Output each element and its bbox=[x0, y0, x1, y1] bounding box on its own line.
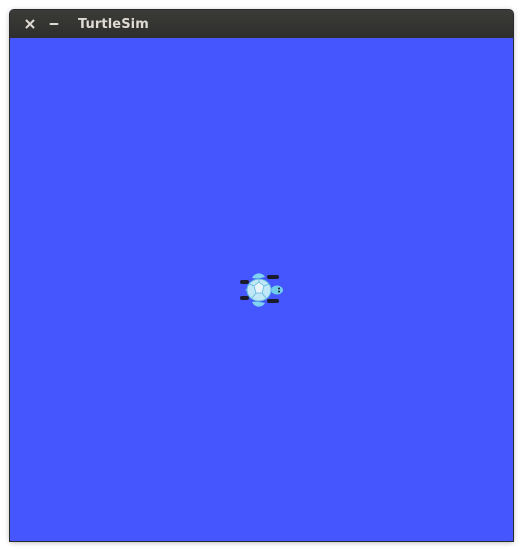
turtle-icon bbox=[240, 273, 283, 307]
simulation-canvas bbox=[10, 38, 513, 541]
title-bar[interactable]: TurtleSim bbox=[10, 10, 513, 38]
turtlesim-window: TurtleSim bbox=[10, 10, 513, 541]
minimize-icon bbox=[49, 23, 59, 25]
window-title: TurtleSim bbox=[78, 16, 149, 32]
minimize-button[interactable] bbox=[46, 16, 62, 32]
close-button[interactable] bbox=[22, 16, 38, 32]
close-icon bbox=[25, 19, 35, 29]
